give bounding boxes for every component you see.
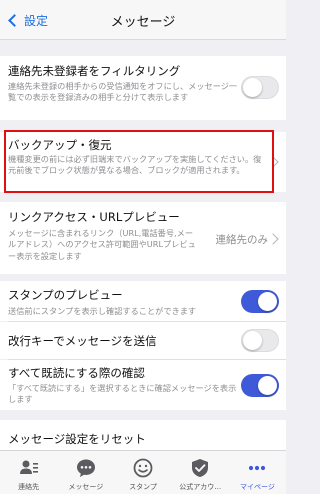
tab-label: メッセージ: [68, 483, 104, 491]
stamp-preview-title: スタンプのプレビュー: [8, 288, 123, 302]
stamp-icon: [133, 458, 153, 478]
tab-label: スタンプ: [129, 483, 157, 491]
mark-all-read-title: すべて既読にする際の確認: [8, 366, 145, 380]
toggle-knob: [258, 292, 277, 311]
message-icon: [76, 459, 95, 477]
tab-stamps[interactable]: スタンプ: [114, 451, 171, 494]
contacts-icon: [19, 460, 38, 474]
toggle-knob: [243, 331, 262, 350]
mark-all-read-row: すべて既読にする際の確認 「すべて既読にする」を選択するときに確認メッセージを表…: [0, 360, 286, 410]
filter-setting-description: 連絡先未登録の相手からの受信通知をオフにし、メッセージ一覧での表示を登録済みの相…: [8, 81, 238, 103]
tab-messages[interactable]: メッセージ: [57, 451, 114, 494]
official-account-icon: [192, 459, 209, 477]
enter-send-title: 改行キーでメッセージを送信: [8, 334, 157, 348]
reset-settings-row[interactable]: メッセージ設定をリセット: [0, 420, 286, 450]
tab-my-page[interactable]: マイページ: [229, 451, 286, 494]
toggle-knob: [258, 376, 277, 395]
mark-all-read-toggle[interactable]: [241, 374, 279, 397]
chevron-right-icon: [267, 233, 279, 245]
link-access-row[interactable]: リンクアクセス・URLプレビュー メッセージに含まれるリンク（URL,電話番号,…: [0, 202, 286, 274]
tab-official-accounts[interactable]: 公式アカウ…: [172, 451, 229, 494]
navigation-bar: 設定 メッセージ: [0, 0, 286, 40]
tab-label: 連絡先: [18, 483, 40, 491]
filter-setting-title: 連絡先未登録者をフィルタリング: [8, 64, 181, 78]
link-access-description: メッセージに含まれるリンク（URL,電話番号,メールアドレス）へのアクセス許可範…: [8, 228, 196, 261]
mark-all-read-description: 「すべて既読にする」を選択するときに確認メッセージを表示します: [8, 383, 237, 405]
stamp-preview-toggle[interactable]: [241, 290, 279, 313]
enter-send-toggle[interactable]: [241, 329, 279, 352]
highlight-box: [4, 130, 274, 193]
filter-setting-row: 連絡先未登録者をフィルタリング 連絡先未登録の相手からの受信通知をオフにし、メッ…: [0, 56, 286, 120]
filter-toggle[interactable]: [241, 76, 279, 99]
tab-bar: 連絡先 メッセージ スタンプ 公式アカウ… マイページ: [0, 450, 286, 494]
more-icon: [249, 465, 266, 471]
toggle-knob: [243, 78, 262, 97]
link-access-title: リンクアクセス・URLプレビュー: [8, 210, 180, 224]
page-title: メッセージ: [110, 15, 176, 30]
stamp-preview-row: スタンプのプレビュー 送信前にスタンプを表示し確認することができます: [0, 281, 286, 321]
tab-label: マイページ: [239, 483, 275, 491]
enter-send-row: 改行キーでメッセージを送信: [0, 322, 286, 359]
tab-contacts[interactable]: 連絡先: [0, 451, 57, 494]
reset-settings-title: メッセージ設定をリセット: [8, 432, 146, 446]
stamp-preview-description: 送信前にスタンプを表示し確認することができます: [8, 306, 197, 316]
link-access-value: 連絡先のみ: [215, 234, 269, 246]
tab-label: 公式アカウ…: [179, 483, 222, 491]
